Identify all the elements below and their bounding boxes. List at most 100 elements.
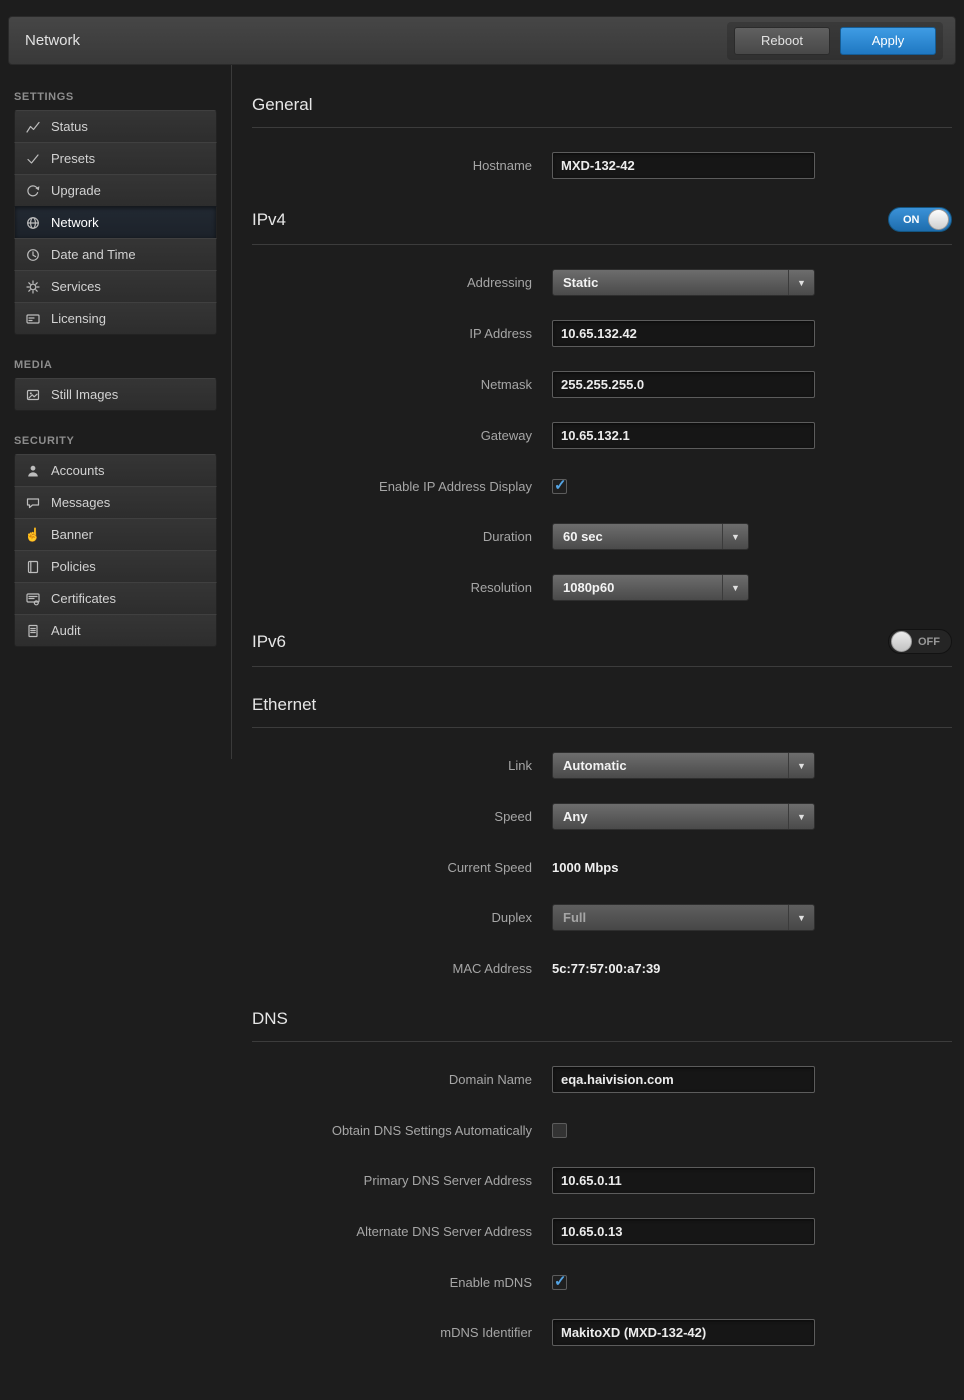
section-title-ethernet: Ethernet bbox=[252, 695, 316, 715]
duplex-row: Duplex Full ▼ bbox=[252, 904, 952, 931]
enable-mdns-checkbox[interactable] bbox=[552, 1275, 567, 1290]
ipv4-toggle[interactable]: ON bbox=[888, 207, 952, 232]
sidebar-item-still-images[interactable]: Still Images bbox=[14, 378, 217, 411]
sidebar-item-label: Policies bbox=[51, 559, 96, 574]
sidebar-item-date-and-time[interactable]: Date and Time bbox=[14, 238, 217, 271]
sidebar-item-policies[interactable]: Policies bbox=[14, 550, 217, 583]
sidebar-item-upgrade[interactable]: Upgrade bbox=[14, 174, 217, 207]
ipv4-section-header: IPv4 ON bbox=[252, 203, 952, 245]
toggle-off-label: OFF bbox=[918, 636, 940, 648]
main-content: General Hostname IPv4 ON Addressing Stat… bbox=[232, 65, 964, 1400]
sidebar-section-media: MEDIA bbox=[0, 349, 231, 378]
sidebar: SETTINGS Status Presets Upgrade Network … bbox=[0, 65, 232, 759]
netmask-input[interactable] bbox=[552, 371, 815, 398]
alternate-dns-input[interactable] bbox=[552, 1218, 815, 1245]
ethernet-section-header: Ethernet bbox=[252, 691, 952, 728]
sidebar-item-certificates[interactable]: Certificates bbox=[14, 582, 217, 615]
document-icon bbox=[25, 624, 41, 638]
section-title-dns: DNS bbox=[252, 1009, 288, 1029]
resolution-dropdown[interactable]: 1080p60 ▼ bbox=[552, 574, 749, 601]
header-bar: Network Reboot Apply bbox=[8, 16, 956, 65]
check-icon bbox=[25, 152, 41, 166]
toggle-knob bbox=[928, 209, 949, 230]
ipv6-section-header: IPv6 OFF bbox=[252, 625, 952, 667]
dropdown-value: 1080p60 bbox=[563, 580, 614, 595]
duration-dropdown[interactable]: 60 sec ▼ bbox=[552, 523, 749, 550]
dropdown-value: Full bbox=[563, 910, 586, 925]
hand-icon: ☝ bbox=[25, 527, 41, 543]
primary-dns-label: Primary DNS Server Address bbox=[252, 1173, 552, 1188]
alternate-dns-row: Alternate DNS Server Address bbox=[252, 1218, 952, 1245]
mac-address-label: MAC Address bbox=[252, 961, 552, 976]
gateway-label: Gateway bbox=[252, 428, 552, 443]
apply-button[interactable]: Apply bbox=[840, 27, 936, 55]
toggle-on-label: ON bbox=[903, 214, 920, 226]
enable-ip-display-checkbox[interactable] bbox=[552, 479, 567, 494]
sidebar-item-licensing[interactable]: Licensing bbox=[14, 302, 217, 335]
chevron-down-icon: ▼ bbox=[788, 905, 814, 930]
netmask-row: Netmask bbox=[252, 371, 952, 398]
section-title-ipv4: IPv4 bbox=[252, 210, 286, 230]
reboot-button[interactable]: Reboot bbox=[734, 27, 830, 55]
gateway-input[interactable] bbox=[552, 422, 815, 449]
hostname-row: Hostname bbox=[252, 152, 952, 179]
sidebar-item-audit[interactable]: Audit bbox=[14, 614, 217, 647]
dropdown-value: Any bbox=[563, 809, 588, 824]
duplex-label: Duplex bbox=[252, 910, 552, 925]
dns-section-header: DNS bbox=[252, 1005, 952, 1042]
header-actions: Reboot Apply bbox=[727, 22, 943, 60]
obtain-dns-checkbox[interactable] bbox=[552, 1123, 567, 1138]
mdns-identifier-row: mDNS Identifier bbox=[252, 1319, 952, 1346]
hostname-input[interactable] bbox=[552, 152, 815, 179]
gear-icon bbox=[25, 280, 41, 294]
chevron-down-icon: ▼ bbox=[788, 753, 814, 778]
chevron-down-icon: ▼ bbox=[722, 575, 748, 600]
gateway-row: Gateway bbox=[252, 422, 952, 449]
nav-group-security: Accounts Messages ☝ Banner Policies Cert… bbox=[14, 454, 217, 647]
link-dropdown[interactable]: Automatic ▼ bbox=[552, 752, 815, 779]
primary-dns-input[interactable] bbox=[552, 1167, 815, 1194]
sidebar-item-banner[interactable]: ☝ Banner bbox=[14, 518, 217, 551]
chat-bubble-icon bbox=[25, 496, 41, 510]
sidebar-item-messages[interactable]: Messages bbox=[14, 486, 217, 519]
line-chart-icon bbox=[25, 120, 41, 134]
speed-label: Speed bbox=[252, 809, 552, 824]
primary-dns-row: Primary DNS Server Address bbox=[252, 1167, 952, 1194]
resolution-label: Resolution bbox=[252, 580, 552, 595]
addressing-dropdown[interactable]: Static ▼ bbox=[552, 269, 815, 296]
link-row: Link Automatic ▼ bbox=[252, 752, 952, 779]
domain-name-input[interactable] bbox=[552, 1066, 815, 1093]
refresh-icon bbox=[25, 184, 41, 198]
toggle-knob bbox=[891, 631, 912, 652]
clock-icon bbox=[25, 248, 41, 262]
mdns-identifier-input[interactable] bbox=[552, 1319, 815, 1346]
nav-group-media: Still Images bbox=[14, 378, 217, 411]
sidebar-item-label: Banner bbox=[51, 527, 93, 542]
chevron-down-icon: ▼ bbox=[788, 270, 814, 295]
hostname-label: Hostname bbox=[252, 158, 552, 173]
mdns-identifier-label: mDNS Identifier bbox=[252, 1325, 552, 1340]
book-icon bbox=[25, 560, 41, 574]
globe-icon bbox=[25, 216, 41, 230]
duplex-dropdown[interactable]: Full ▼ bbox=[552, 904, 815, 931]
sidebar-item-label: Date and Time bbox=[51, 247, 136, 262]
sidebar-item-accounts[interactable]: Accounts bbox=[14, 454, 217, 487]
license-card-icon bbox=[25, 312, 41, 326]
sidebar-item-status[interactable]: Status bbox=[14, 110, 217, 143]
speed-dropdown[interactable]: Any ▼ bbox=[552, 803, 815, 830]
addressing-label: Addressing bbox=[252, 275, 552, 290]
sidebar-item-label: Accounts bbox=[51, 463, 104, 478]
enable-mdns-label: Enable mDNS bbox=[252, 1275, 552, 1290]
enable-mdns-row: Enable mDNS bbox=[252, 1269, 952, 1295]
ip-address-input[interactable] bbox=[552, 320, 815, 347]
sidebar-item-presets[interactable]: Presets bbox=[14, 142, 217, 175]
domain-name-row: Domain Name bbox=[252, 1066, 952, 1093]
ipv6-toggle[interactable]: OFF bbox=[888, 629, 952, 654]
dropdown-value: Automatic bbox=[563, 758, 627, 773]
mac-address-row: MAC Address 5c:77:57:00:a7:39 bbox=[252, 955, 952, 981]
sidebar-item-network[interactable]: Network bbox=[14, 206, 217, 239]
chevron-down-icon: ▼ bbox=[788, 804, 814, 829]
duration-row: Duration 60 sec ▼ bbox=[252, 523, 952, 550]
sidebar-item-services[interactable]: Services bbox=[14, 270, 217, 303]
ip-address-row: IP Address bbox=[252, 320, 952, 347]
